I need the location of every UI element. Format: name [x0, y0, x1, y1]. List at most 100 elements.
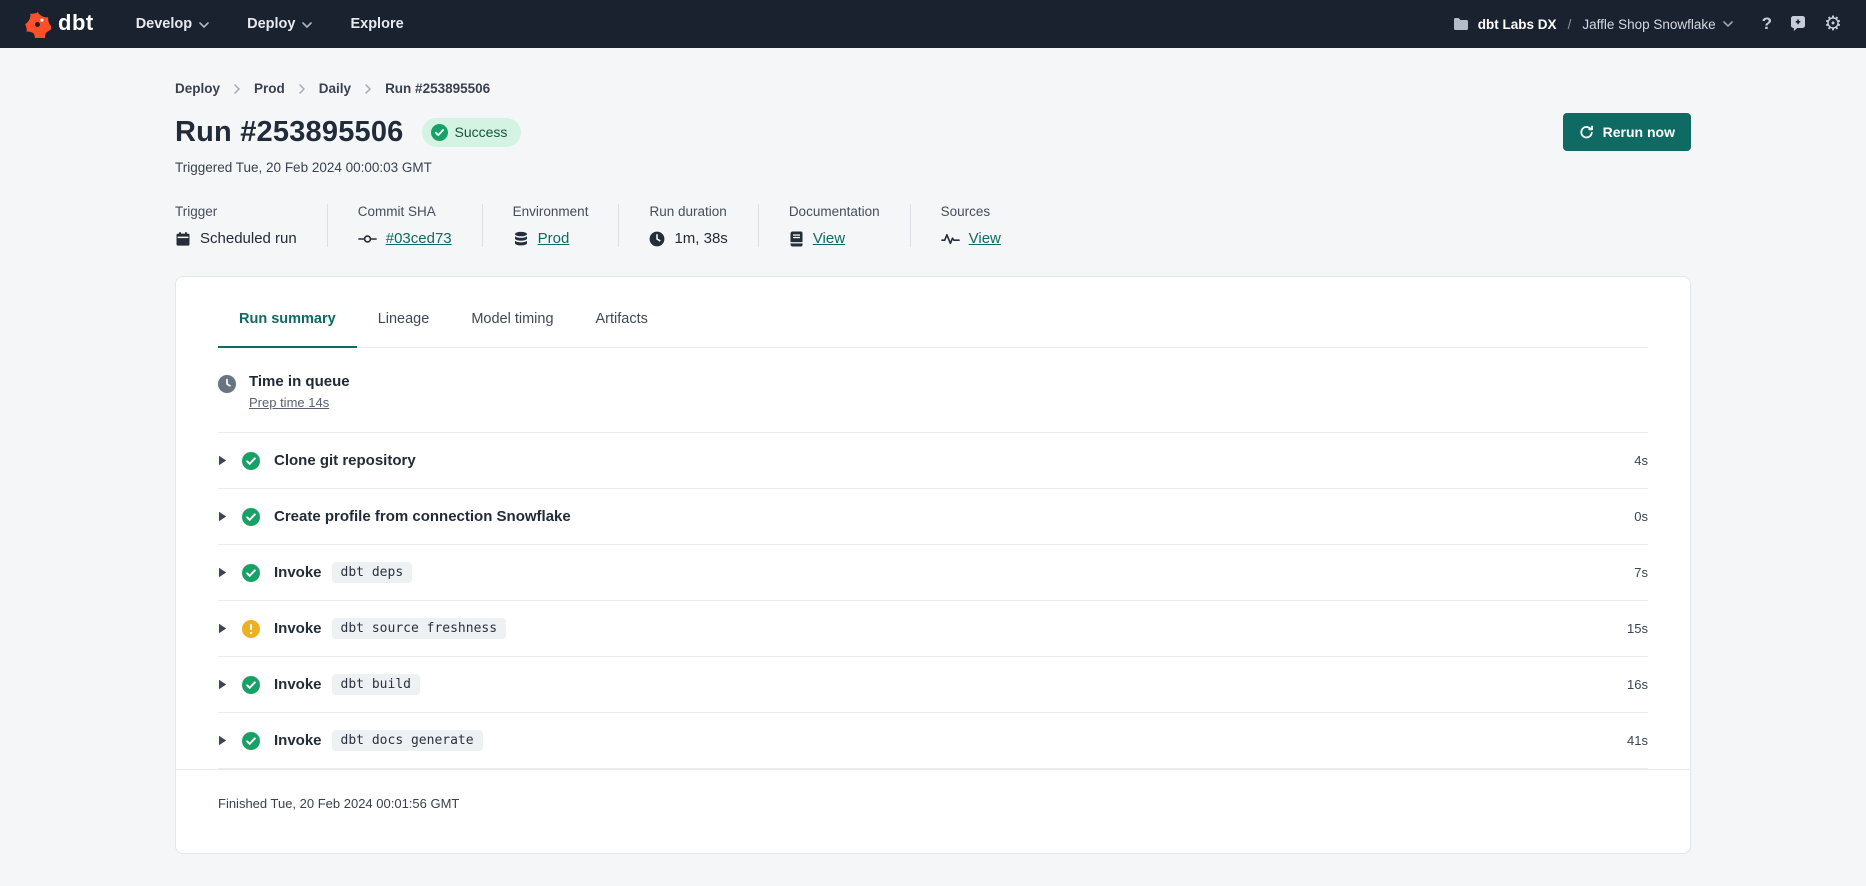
meta-sources-label: Sources [941, 204, 1001, 219]
chevron-down-icon [1723, 21, 1733, 27]
meta-run-duration: Run duration 1m, 38s [618, 204, 757, 247]
chevron-down-icon [302, 22, 312, 28]
tab-run-summary[interactable]: Run summary [218, 311, 357, 348]
project-name-label: Jaffle Shop Snowflake [1582, 17, 1715, 32]
rerun-now-label: Rerun now [1603, 124, 1675, 140]
sources-view-link[interactable]: View [969, 230, 1001, 247]
meta-commit-label: Commit SHA [358, 204, 452, 219]
topbar-right-section: dbt Labs DX / Jaffle Shop Snowflake ? ⚙ [1453, 14, 1842, 34]
documentation-view-link[interactable]: View [813, 230, 845, 247]
step-duration: 0s [1634, 509, 1648, 524]
step-duration: 4s [1634, 453, 1648, 468]
step-clone-git-repository[interactable]: Clone git repository 4s [218, 433, 1648, 489]
tab-lineage[interactable]: Lineage [357, 311, 451, 348]
expand-caret-icon[interactable] [218, 455, 227, 466]
expand-caret-icon[interactable] [218, 679, 227, 690]
org-name[interactable]: dbt Labs DX [1478, 17, 1557, 32]
folder-icon [1453, 17, 1469, 31]
commit-icon [358, 233, 377, 245]
status-badge: Success [422, 118, 522, 147]
meta-documentation-label: Documentation [789, 204, 880, 219]
prep-time-link[interactable]: Prep time 14s [249, 395, 329, 410]
commit-sha-link[interactable]: #03ced73 [386, 230, 452, 247]
feedback-icon[interactable] [1789, 15, 1807, 33]
step-duration: 41s [1627, 733, 1648, 748]
tab-model-timing[interactable]: Model timing [450, 311, 574, 348]
calendar-icon [175, 231, 191, 247]
step-duration: 15s [1627, 621, 1648, 636]
environment-link[interactable]: Prod [538, 230, 570, 247]
top-navigation-bar: dbt Develop Deploy Explore dbt Labs DX /… [0, 0, 1866, 48]
breadcrumb: Deploy Prod Daily Run #253895506 [175, 81, 1691, 96]
run-metadata-row: Trigger Scheduled run Commit SHA #03ced7… [175, 204, 1691, 247]
success-check-icon [242, 564, 260, 582]
chevron-right-icon [365, 84, 371, 94]
time-in-queue-block: Time in queue Prep time 14s [218, 348, 1648, 433]
book-icon [789, 231, 804, 247]
step-invoke-dbt-source-freshness[interactable]: Invoke dbt source freshness 15s [218, 601, 1648, 657]
nav-deploy[interactable]: Deploy [247, 16, 312, 32]
tab-artifacts[interactable]: Artifacts [575, 311, 669, 348]
step-duration: 7s [1634, 565, 1648, 580]
breadcrumb-daily[interactable]: Daily [319, 81, 351, 96]
project-switcher[interactable]: Jaffle Shop Snowflake [1582, 17, 1732, 32]
primary-nav: Develop Deploy Explore [136, 16, 404, 32]
dbt-logo-mark-icon [24, 11, 51, 38]
step-label: Clone git repository [274, 452, 416, 469]
dbt-logo-text: dbt [58, 12, 94, 37]
clock-icon [649, 231, 665, 247]
meta-commit-sha: Commit SHA #03ced73 [327, 204, 482, 247]
meta-trigger-label: Trigger [175, 204, 297, 219]
card-footer: Finished Tue, 20 Feb 2024 00:01:56 GMT [176, 769, 1690, 841]
org-project-separator: / [1566, 17, 1574, 32]
chevron-right-icon [299, 84, 305, 94]
step-invoke-dbt-docs-generate[interactable]: Invoke dbt docs generate 41s [218, 713, 1648, 769]
meta-environment: Environment Prod [482, 204, 619, 247]
expand-caret-icon[interactable] [218, 735, 227, 746]
meta-sources: Sources View [910, 204, 1031, 247]
breadcrumb-run: Run #253895506 [385, 81, 490, 96]
queue-title: Time in queue [249, 373, 350, 390]
triggered-timestamp: Triggered Tue, 20 Feb 2024 00:00:03 GMT [175, 160, 1691, 175]
chevron-down-icon [199, 22, 209, 28]
status-badge-label: Success [455, 124, 508, 140]
step-invoke-dbt-deps[interactable]: Invoke dbt deps 7s [218, 545, 1648, 601]
warning-icon [242, 620, 260, 638]
rerun-now-button[interactable]: Rerun now [1563, 113, 1691, 151]
freshness-pulse-icon [941, 232, 960, 246]
refresh-icon [1579, 125, 1594, 140]
breadcrumb-deploy[interactable]: Deploy [175, 81, 220, 96]
step-label: Invoke [274, 676, 322, 693]
nav-explore[interactable]: Explore [350, 16, 403, 32]
nav-develop[interactable]: Develop [136, 16, 209, 32]
step-label: Invoke [274, 564, 322, 581]
dbt-logo[interactable]: dbt [24, 11, 94, 38]
meta-environment-label: Environment [513, 204, 589, 219]
queue-clock-icon [218, 375, 236, 412]
step-command-chip: dbt deps [332, 562, 413, 583]
database-icon [513, 231, 529, 247]
expand-caret-icon[interactable] [218, 511, 227, 522]
page-header-area: Deploy Prod Daily Run #253895506 Run #25… [0, 81, 1866, 247]
help-icon[interactable]: ? [1762, 14, 1772, 34]
step-create-profile[interactable]: Create profile from connection Snowflake… [218, 489, 1648, 545]
success-check-icon [242, 676, 260, 694]
step-command-chip: dbt docs generate [332, 730, 483, 751]
nav-explore-label: Explore [350, 16, 403, 32]
meta-documentation: Documentation View [758, 204, 910, 247]
settings-gear-icon[interactable]: ⚙ [1824, 14, 1842, 34]
page-title: Run #253895506 [175, 116, 404, 149]
step-label: Invoke [274, 620, 322, 637]
expand-caret-icon[interactable] [218, 567, 227, 578]
step-label: Create profile from connection Snowflake [274, 508, 571, 525]
chevron-right-icon [234, 84, 240, 94]
breadcrumb-prod[interactable]: Prod [254, 81, 285, 96]
step-invoke-dbt-build[interactable]: Invoke dbt build 16s [218, 657, 1648, 713]
nav-deploy-label: Deploy [247, 16, 295, 32]
success-check-icon [242, 732, 260, 750]
topbar-icon-group: ? ⚙ [1762, 14, 1842, 34]
title-row: Run #253895506 Success Rerun now [175, 113, 1691, 151]
expand-caret-icon[interactable] [218, 623, 227, 634]
nav-develop-label: Develop [136, 16, 192, 32]
meta-trigger: Trigger Scheduled run [175, 204, 327, 247]
